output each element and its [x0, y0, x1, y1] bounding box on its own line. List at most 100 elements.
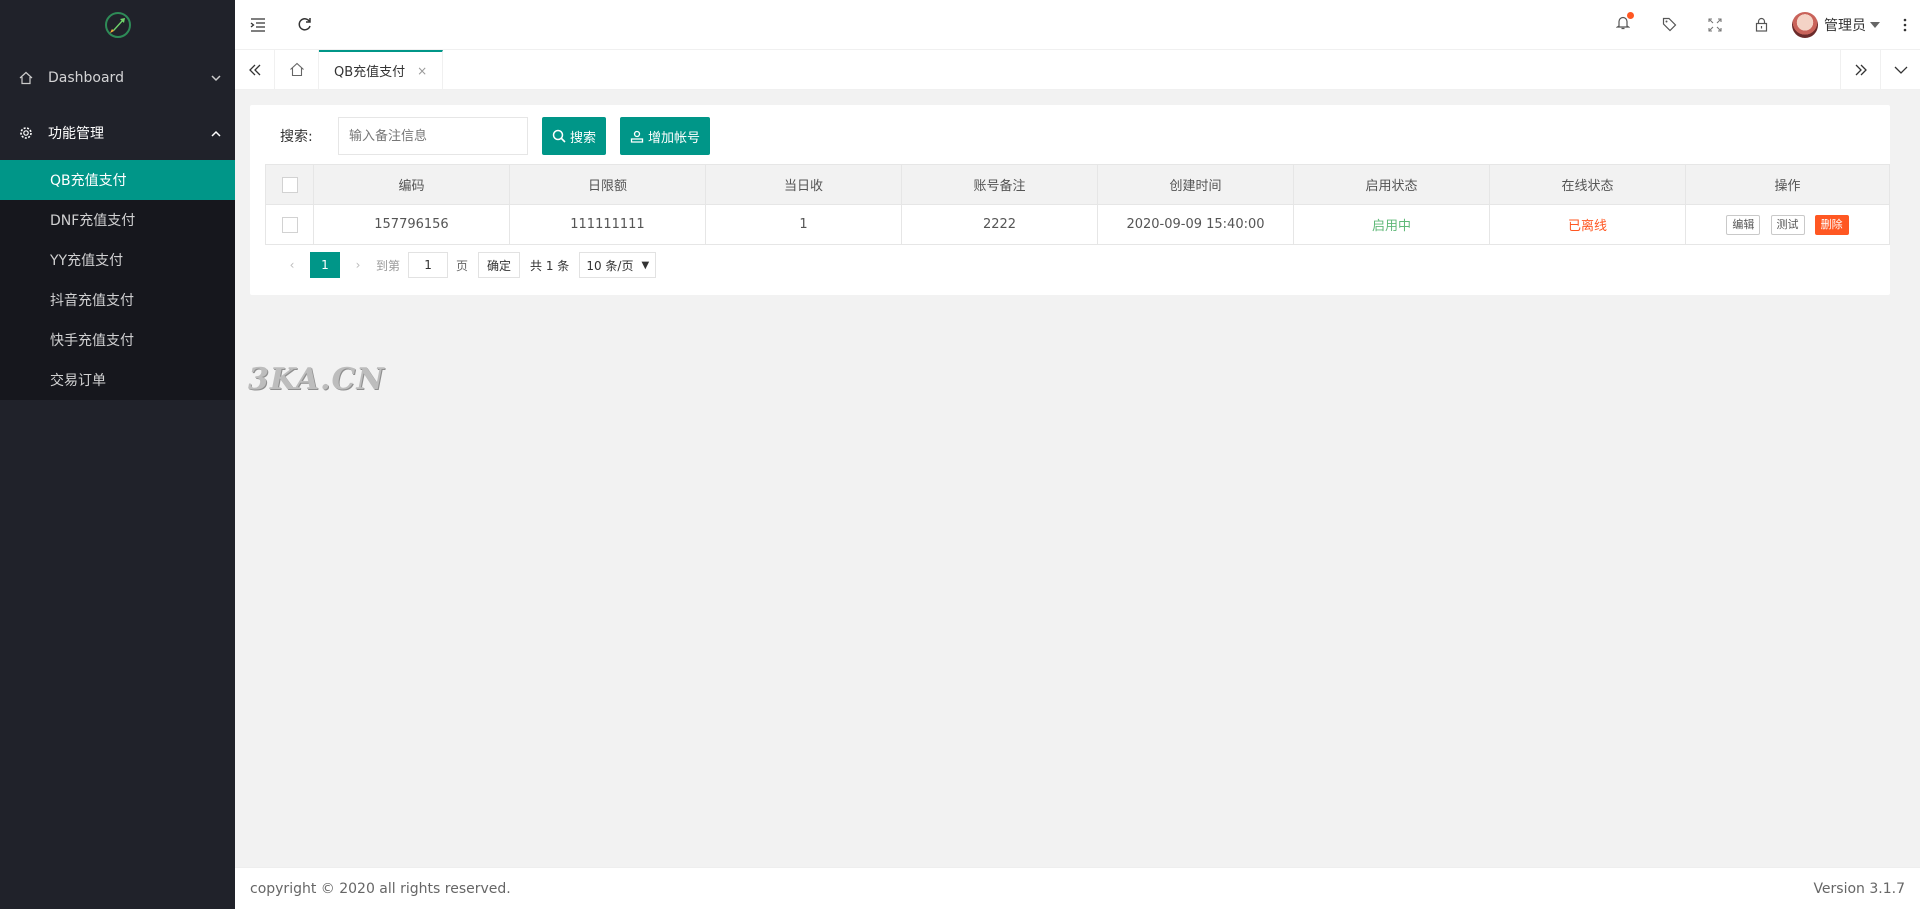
page-size-select[interactable]: 10 条/页 ▼	[579, 252, 657, 278]
user-name: 管理员	[1824, 17, 1866, 34]
sidebar-section-dashboard[interactable]: Dashboard	[0, 50, 235, 105]
double-chevron-left-icon	[248, 64, 260, 75]
cell-remark: 2222	[901, 204, 1098, 245]
tabs-scroll-right-button[interactable]	[1840, 50, 1880, 89]
tabs-scroll-left-button[interactable]	[235, 50, 275, 89]
sidebar-item-douyin[interactable]: 抖音充值支付	[0, 280, 235, 320]
fullscreen-icon	[1708, 17, 1722, 32]
page-tabs-bar: QB充值支付 ×	[235, 50, 1920, 90]
sidebar-section-label: 功能管理	[48, 125, 104, 142]
cell-created: 2020-09-09 15:40:00	[1097, 204, 1294, 245]
goto-label: 到第	[376, 258, 401, 273]
select-all-cell	[265, 164, 314, 205]
table-header-row: 编码 日限额 当日收 账号备注 创建时间 启用状态 在线状态 操作	[265, 164, 1890, 205]
column-header[interactable]: 编码	[313, 164, 510, 205]
edit-button[interactable]: 编辑	[1726, 214, 1761, 235]
home-icon	[289, 62, 304, 77]
version-text: Version 3.1.7	[1813, 880, 1905, 897]
cell-actions: 编辑 测试 删除	[1685, 204, 1890, 245]
bell-icon	[1615, 12, 1634, 34]
sidebar-item-kuaishou[interactable]: 快手充值支付	[0, 320, 235, 360]
more-vertical-icon	[1903, 18, 1907, 31]
avatar	[1792, 11, 1818, 38]
cell-today-income: 1	[705, 204, 902, 245]
home-icon	[18, 70, 34, 86]
search-icon	[552, 129, 566, 143]
refresh-icon	[298, 18, 311, 31]
tab-qb-payment[interactable]: QB充值支付 ×	[319, 50, 444, 89]
page-suffix: 页	[456, 258, 469, 273]
search-button-label: 搜索	[570, 129, 597, 145]
cell-online-status: 已离线	[1489, 204, 1686, 245]
search-toolbar: 搜索: 搜索 增加帐号	[265, 116, 1875, 156]
column-header[interactable]: 日限额	[509, 164, 706, 205]
app-logo[interactable]	[0, 0, 235, 50]
collapse-sidebar-button[interactable]	[235, 0, 281, 50]
indent-icon	[250, 17, 265, 32]
sidebar-section-feature-management[interactable]: 功能管理	[0, 105, 235, 160]
tab-label: QB充值支付	[334, 65, 406, 80]
add-account-button-label: 增加帐号	[648, 129, 701, 145]
tag-icon	[1662, 17, 1676, 32]
row-checkbox[interactable]	[281, 216, 298, 233]
goto-confirm-button[interactable]: 确定	[478, 252, 521, 278]
column-header[interactable]: 启用状态	[1293, 164, 1490, 205]
tab-home[interactable]	[275, 50, 319, 89]
user-menu[interactable]: 管理员	[1784, 11, 1890, 38]
search-button[interactable]: 搜索	[542, 117, 607, 155]
notifications-button[interactable]	[1600, 0, 1646, 50]
chevron-down-icon	[211, 71, 221, 85]
more-button[interactable]	[1890, 0, 1920, 50]
sidebar-submenu: QB充值支付 DNF充值支付 YY充值支付 抖音充值支付 快手充值支付 交易订单	[0, 160, 235, 400]
rocket-logo-icon	[104, 12, 131, 38]
lock-screen-button[interactable]	[1738, 0, 1784, 50]
prev-page-icon[interactable]: ‹	[280, 258, 304, 272]
column-header[interactable]: 创建时间	[1097, 164, 1294, 205]
delete-button[interactable]: 删除	[1814, 214, 1849, 235]
copyright-text: copyright © 2020 all rights reserved.	[250, 880, 511, 897]
table-card: 搜索: 搜索 增加帐号 编码 日限额 当日收 账号备注 创建时间	[250, 105, 1890, 295]
cell-enabled-status: 启用中	[1293, 204, 1490, 245]
goto-page-input[interactable]	[408, 252, 449, 278]
top-header: 管理员	[235, 0, 1920, 50]
page-size-value: 10 条/页	[586, 258, 634, 273]
search-label: 搜索:	[280, 129, 313, 145]
sidebar-item-orders[interactable]: 交易订单	[0, 360, 235, 400]
main-content: 搜索: 搜索 增加帐号 编码 日限额 当日收 账号备注 创建时间	[235, 90, 1920, 869]
caret-down-icon	[1870, 21, 1880, 28]
total-count: 共 1 条	[530, 258, 570, 273]
select-all-checkbox[interactable]	[281, 176, 298, 193]
dropdown-arrow-icon: ▼	[641, 259, 650, 271]
column-header[interactable]: 在线状态	[1489, 164, 1686, 205]
sidebar-item-dnf[interactable]: DNF充值支付	[0, 200, 235, 240]
lock-icon	[1755, 17, 1767, 32]
add-user-icon	[630, 130, 644, 143]
close-icon[interactable]: ×	[417, 64, 427, 78]
test-button[interactable]: 测试	[1770, 214, 1805, 235]
tabs-options-button[interactable]	[1880, 50, 1920, 89]
add-account-button[interactable]: 增加帐号	[620, 117, 711, 155]
column-header: 操作	[1685, 164, 1890, 205]
pagination: ‹ 1 › 到第 页 确定 共 1 条 10 条/页 ▼	[265, 245, 1875, 285]
sidebar-item-yy[interactable]: YY充值支付	[0, 240, 235, 280]
row-select-cell	[265, 204, 314, 245]
footer: copyright © 2020 all rights reserved. Ve…	[235, 867, 1920, 909]
sidebar: Dashboard 功能管理 QB充值支付 DNF充值支付 YY充值支付 抖音充…	[0, 0, 235, 909]
next-page-icon[interactable]: ›	[346, 258, 370, 272]
column-header[interactable]: 当日收	[705, 164, 902, 205]
watermark: 3KA.CN	[248, 362, 385, 397]
gear-icon	[18, 125, 34, 141]
chevron-down-icon	[1894, 66, 1907, 74]
refresh-button[interactable]	[281, 0, 327, 50]
sidebar-item-qb[interactable]: QB充值支付	[0, 160, 235, 200]
current-page[interactable]: 1	[310, 252, 340, 278]
theme-button[interactable]	[1646, 0, 1692, 50]
fullscreen-button[interactable]	[1692, 0, 1738, 50]
column-header[interactable]: 账号备注	[901, 164, 1098, 205]
sidebar-section-label: Dashboard	[48, 69, 124, 86]
search-input[interactable]	[338, 117, 528, 155]
table-row: 157796156 111111111 1 2222 2020-09-09 15…	[265, 204, 1890, 245]
double-chevron-right-icon	[1855, 64, 1867, 75]
cell-daily-limit: 111111111	[509, 204, 706, 245]
cell-code: 157796156	[313, 204, 510, 245]
